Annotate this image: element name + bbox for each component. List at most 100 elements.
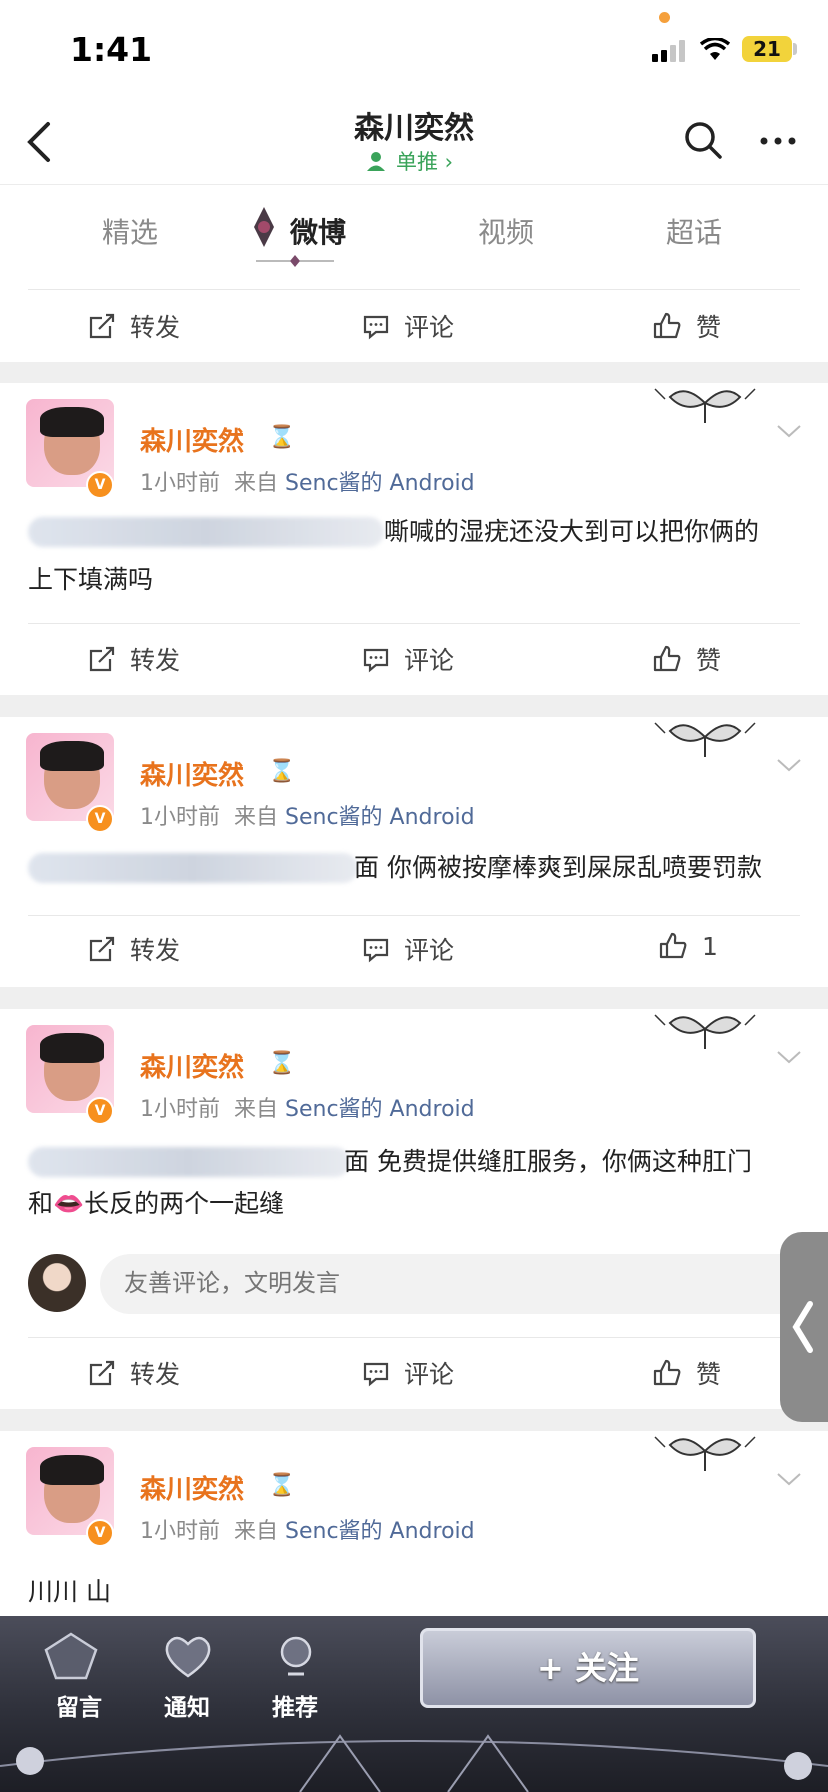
verified-badge: V [86,471,114,499]
repost-button[interactable]: 转发 [88,1355,180,1391]
comment-button[interactable]: 评论 [362,308,454,344]
messages-icon [44,1632,98,1680]
blurred-text [28,1147,350,1177]
comment-button[interactable]: 评论 [362,931,454,967]
comment-label: 评论 [404,646,455,675]
tab-super-topic[interactable]: 超话 [666,211,722,251]
chevron-left-icon [792,1301,813,1353]
post-card: V 森川奕然 ⌛ 1小时前 来自 Senc酱的 Android 面 免费提供缝肛… [0,1009,828,1409]
post-text-line1: 面 你俩被按摩棒爽到屎尿乱喷要罚款 [354,853,762,882]
chevron-down-icon[interactable] [776,757,802,773]
post-source[interactable]: Senc酱的 Android [285,471,475,496]
comment-icon [363,315,389,340]
like-icon [659,932,687,959]
repost-label: 转发 [130,313,181,342]
post-meta: 1小时前 来自 Senc酱的 Android [140,1091,475,1123]
more-icon[interactable] [758,126,798,156]
post-from: 来自 [234,471,279,496]
repost-button[interactable]: 转发 [88,641,180,677]
post-text-line1: 面 免费提供缝肛服务，你俩这种肛门 [344,1147,752,1176]
author-name[interactable]: 森川奕然 [140,1469,244,1506]
post-card: V 森川奕然 ⌛ 1小时前 来自 Senc酱的 Android 川川 山 [0,1431,828,1616]
like-label: 赞 [696,313,722,342]
chevron-down-icon[interactable] [776,423,802,439]
recommend-tab[interactable]: 推荐 [272,1688,318,1722]
blurred-text [28,853,358,883]
messages-tab[interactable]: 留言 [56,1688,102,1722]
like-button[interactable]: 赞 [652,641,721,677]
verified-badge: V [86,805,114,833]
tab-weibo[interactable]: 微博 [290,211,346,251]
repost-button[interactable]: 转发 [88,931,180,967]
search-icon[interactable] [683,120,723,160]
privacy-indicator [659,12,670,23]
like-button[interactable]: 1 [658,931,718,961]
recommend-icon [280,1636,312,1676]
user-icon [365,150,387,172]
comment-icon [363,648,389,673]
like-button[interactable]: 赞 [652,1355,721,1391]
like-icon [653,312,681,339]
repost-label: 转发 [130,936,181,965]
post-time: 1小时前 [140,471,220,496]
tab-featured[interactable]: 精选 [102,211,158,251]
post-time: 1小时前 [140,805,220,830]
like-count: 赞 [696,646,722,675]
blurred-text [28,517,384,547]
repost-icon [89,1360,115,1386]
comment-label: 评论 [404,936,455,965]
author-name[interactable]: 森川奕然 [140,1047,244,1084]
repost-icon [89,646,115,672]
battery-level: 21 [742,36,792,62]
my-avatar [28,1254,86,1312]
post-meta: 1小时前 来自 Senc酱的 Android [140,799,475,831]
comment-input[interactable] [100,1254,820,1314]
comment-button[interactable]: 评论 [362,641,454,677]
post-source[interactable]: Senc酱的 Android [285,1097,475,1122]
notifications-icon [165,1636,211,1678]
repost-icon [89,313,115,339]
verified-badge: V [86,1519,114,1547]
hourglass-icon: ⌛ [268,1473,296,1498]
comment-icon [363,938,389,963]
single-push-link[interactable]: 单推 › [396,146,453,176]
tab-weibo-decoration-icon [254,207,274,247]
bow-ornament-icon [654,1014,756,1049]
comment-button[interactable]: 评论 [362,1355,454,1391]
author-name[interactable]: 森川奕然 [140,421,244,458]
post-card: V 森川奕然 ⌛ 1小时前 来自 Senc酱的 Android 嘶喊的湿疣还没大… [0,383,828,695]
hourglass-icon: ⌛ [268,425,296,450]
notifications-tab[interactable]: 通知 [164,1688,210,1722]
like-button[interactable]: 赞 [652,308,721,344]
repost-icon [89,936,115,962]
post-source[interactable]: Senc酱的 Android [285,805,475,830]
chevron-down-icon[interactable] [776,1049,802,1065]
post-time: 1小时前 [140,1097,220,1122]
repost-label: 转发 [130,646,181,675]
tab-bar: 精选 微博 视频 超话 [0,184,828,274]
signal-icon [652,40,685,62]
like-icon [653,1359,681,1386]
side-panel-handle[interactable] [780,1232,828,1422]
post-text-line2: 上下填满吗 [28,565,154,594]
post-text-line1: 嘶喊的湿疣还没大到可以把你俩的 [384,517,760,546]
post-from: 来自 [234,1097,279,1122]
post-from: 来自 [234,1519,279,1544]
like-count: 1 [702,931,718,961]
repost-button[interactable]: 转发 [88,308,180,344]
like-count: 赞 [696,1360,722,1389]
bow-ornament-icon [654,388,756,423]
comment-icon [363,1362,389,1387]
author-name[interactable]: 森川奕然 [140,755,244,792]
post-card-previous: 转发 评论 赞 [0,272,828,362]
post-source[interactable]: Senc酱的 Android [285,1519,475,1544]
tab-underline-ornament [256,255,334,267]
wifi-icon [700,38,730,60]
hourglass-icon: ⌛ [268,1051,296,1076]
chevron-down-icon[interactable] [776,1471,802,1487]
tab-videos[interactable]: 视频 [478,211,534,251]
comment-label: 评论 [404,1360,455,1389]
post-text-line2: 和👄长反的两个一起缝 [28,1189,285,1218]
post-card: V 森川奕然 ⌛ 1小时前 来自 Senc酱的 Android 面 你俩被按摩棒… [0,717,828,987]
follow-button[interactable]: + 关注 [420,1628,756,1708]
